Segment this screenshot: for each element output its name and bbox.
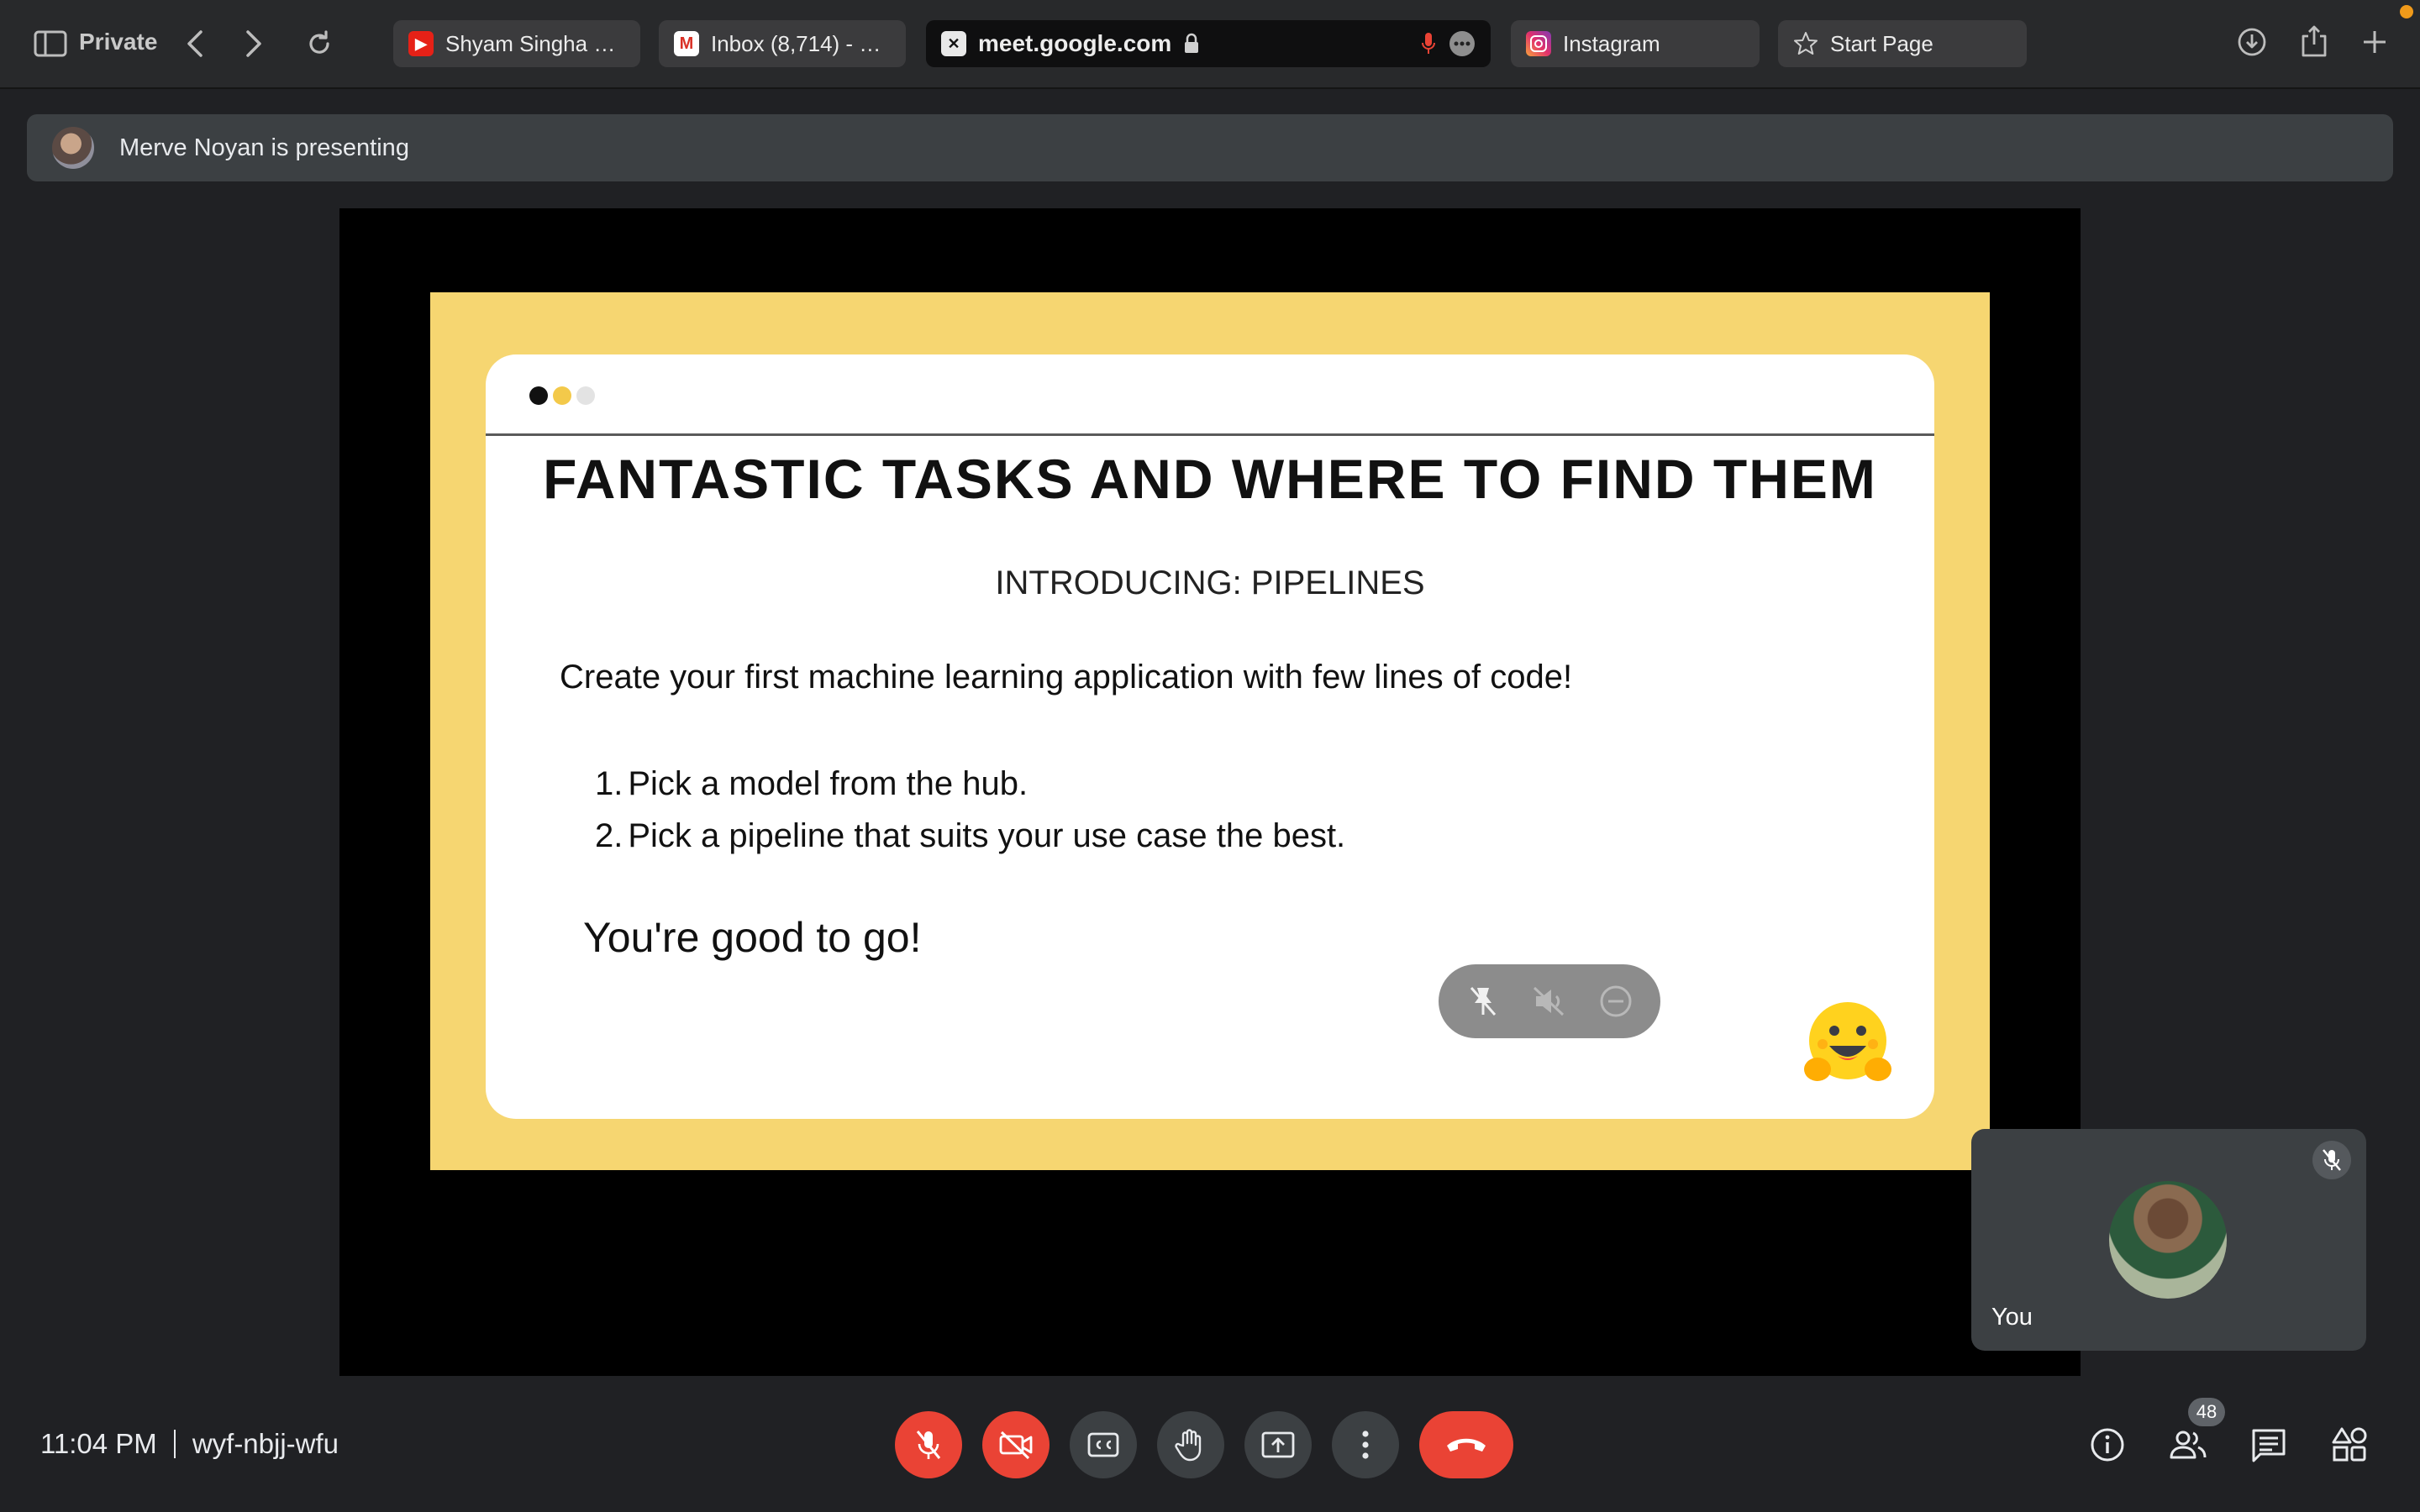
present-now-button[interactable]	[1244, 1411, 1312, 1478]
tab-label: Shyam Singha Ro...	[445, 30, 625, 56]
recording-mic-icon[interactable]	[1420, 31, 1437, 56]
more-options-icon[interactable]	[1449, 30, 1476, 57]
slide-steps-list: 1. Pick a model from the hub. 2. Pick a pi…	[595, 758, 1345, 862]
private-mode-label: Private	[79, 29, 158, 55]
slide-subtitle: INTRODUCING: PIPELINES	[995, 564, 1425, 601]
leave-call-button[interactable]	[1419, 1411, 1513, 1478]
mic-in-use-indicator	[2400, 5, 2413, 18]
meeting-code: wyf-nbjj-wfu	[192, 1428, 339, 1459]
people-icon	[2170, 1431, 2207, 1459]
more-options-button[interactable]	[1332, 1411, 1399, 1478]
hang-up-icon	[1447, 1438, 1486, 1452]
meet-icon: ✕	[941, 31, 966, 56]
tab-youtube[interactable]: ▶ Shyam Singha Ro...	[393, 20, 640, 67]
mic-off-icon	[916, 1431, 941, 1459]
present-screen-icon	[1261, 1431, 1295, 1458]
star-icon	[1793, 31, 1818, 56]
hand-icon	[1175, 1429, 1202, 1462]
new-tab-icon[interactable]	[2358, 25, 2391, 59]
hugging-face-emoji	[1801, 997, 1895, 1091]
window-dot	[576, 386, 595, 405]
people-button[interactable]	[2166, 1423, 2210, 1467]
list-text: Pick a model from the hub.	[628, 765, 1028, 802]
mic-muted-icon	[2312, 1141, 2351, 1179]
shared-screen: FANTASTIC TASKS AND WHERE TO FIND THEM I…	[339, 208, 2081, 1376]
tab-start-page[interactable]: Start Page	[1778, 20, 2027, 67]
participant-count-badge: 48	[2188, 1398, 2225, 1426]
share-icon[interactable]	[2296, 22, 2333, 60]
slide-card: FANTASTIC TASKS AND WHERE TO FIND THEM I…	[486, 354, 1934, 1119]
reload-icon[interactable]	[301, 25, 338, 62]
list-text: Pick a pipeline that suits your use case…	[628, 817, 1346, 854]
camera-off-icon	[999, 1431, 1033, 1460]
gmail-icon: M	[674, 31, 699, 56]
avatar	[2109, 1181, 2227, 1299]
meeting-info: 11:04 PM wyf-nbjj-wfu	[40, 1428, 339, 1460]
tab-label: Inbox (8,714) - m...	[711, 30, 891, 56]
meeting-details-button[interactable]	[2086, 1423, 2129, 1467]
toggle-camera-button[interactable]	[982, 1411, 1050, 1478]
window-dot	[553, 386, 571, 405]
window-dot	[529, 386, 548, 405]
list-number: 2.	[595, 817, 623, 854]
slide-intro-text: Create your first machine learning appli…	[560, 659, 1573, 696]
window-dots	[529, 386, 595, 405]
sidebar-toggle-icon[interactable]	[32, 27, 69, 60]
presenting-banner: Merve Noyan is presenting	[27, 114, 2393, 181]
toggle-mic-button[interactable]	[895, 1411, 962, 1478]
activities-button[interactable]	[2328, 1423, 2371, 1467]
list-item: 2. Pick a pipeline that suits your use ca…	[595, 810, 1345, 862]
tab-label: Start Page	[1830, 30, 1933, 56]
presentation-overlay-controls	[1439, 964, 1660, 1038]
raise-hand-button[interactable]	[1157, 1411, 1224, 1478]
presenter-avatar	[52, 127, 94, 169]
forward-icon[interactable]	[239, 25, 269, 62]
clock-time: 11:04 PM	[40, 1428, 157, 1459]
tab-gmail[interactable]: M Inbox (8,714) - m...	[659, 20, 906, 67]
chat-icon	[2252, 1429, 2286, 1462]
tab-meet[interactable]: ✕ meet.google.com	[926, 20, 1491, 67]
browser-toolbar: Private ▶ Shyam Singha Ro... M Inbox (8,…	[0, 0, 2420, 89]
slide-title: FANTASTIC TASKS AND WHERE TO FIND THEM	[543, 448, 1877, 510]
mute-audio-icon[interactable]	[1531, 983, 1568, 1020]
captions-button[interactable]	[1070, 1411, 1137, 1478]
captions-icon	[1087, 1432, 1119, 1457]
self-name-label: You	[1991, 1304, 2033, 1331]
activities-icon	[2332, 1427, 2367, 1462]
chat-button[interactable]	[2247, 1423, 2291, 1467]
instagram-icon	[1526, 31, 1551, 56]
youtube-icon: ▶	[408, 31, 434, 56]
tab-label: Instagram	[1563, 30, 1660, 56]
tab-instagram[interactable]: Instagram	[1511, 20, 1760, 67]
slide: FANTASTIC TASKS AND WHERE TO FIND THEM I…	[430, 292, 1990, 1170]
list-number: 1.	[595, 765, 623, 802]
back-icon[interactable]	[180, 25, 210, 62]
self-view-tile[interactable]: You	[1971, 1129, 2366, 1351]
list-item: 1. Pick a model from the hub.	[595, 758, 1345, 810]
more-vert-icon	[1362, 1431, 1369, 1459]
lock-icon	[1183, 33, 1200, 55]
minimize-icon[interactable]	[1597, 983, 1634, 1020]
downloads-icon[interactable]	[2233, 24, 2270, 60]
divider	[486, 433, 1934, 436]
unpin-icon[interactable]	[1465, 983, 1502, 1020]
slide-closing-text: You're good to go!	[583, 914, 922, 961]
presenting-text: Merve Noyan is presenting	[119, 134, 409, 161]
info-icon	[2091, 1428, 2124, 1462]
tab-label: meet.google.com	[978, 30, 1172, 56]
divider	[173, 1430, 176, 1458]
